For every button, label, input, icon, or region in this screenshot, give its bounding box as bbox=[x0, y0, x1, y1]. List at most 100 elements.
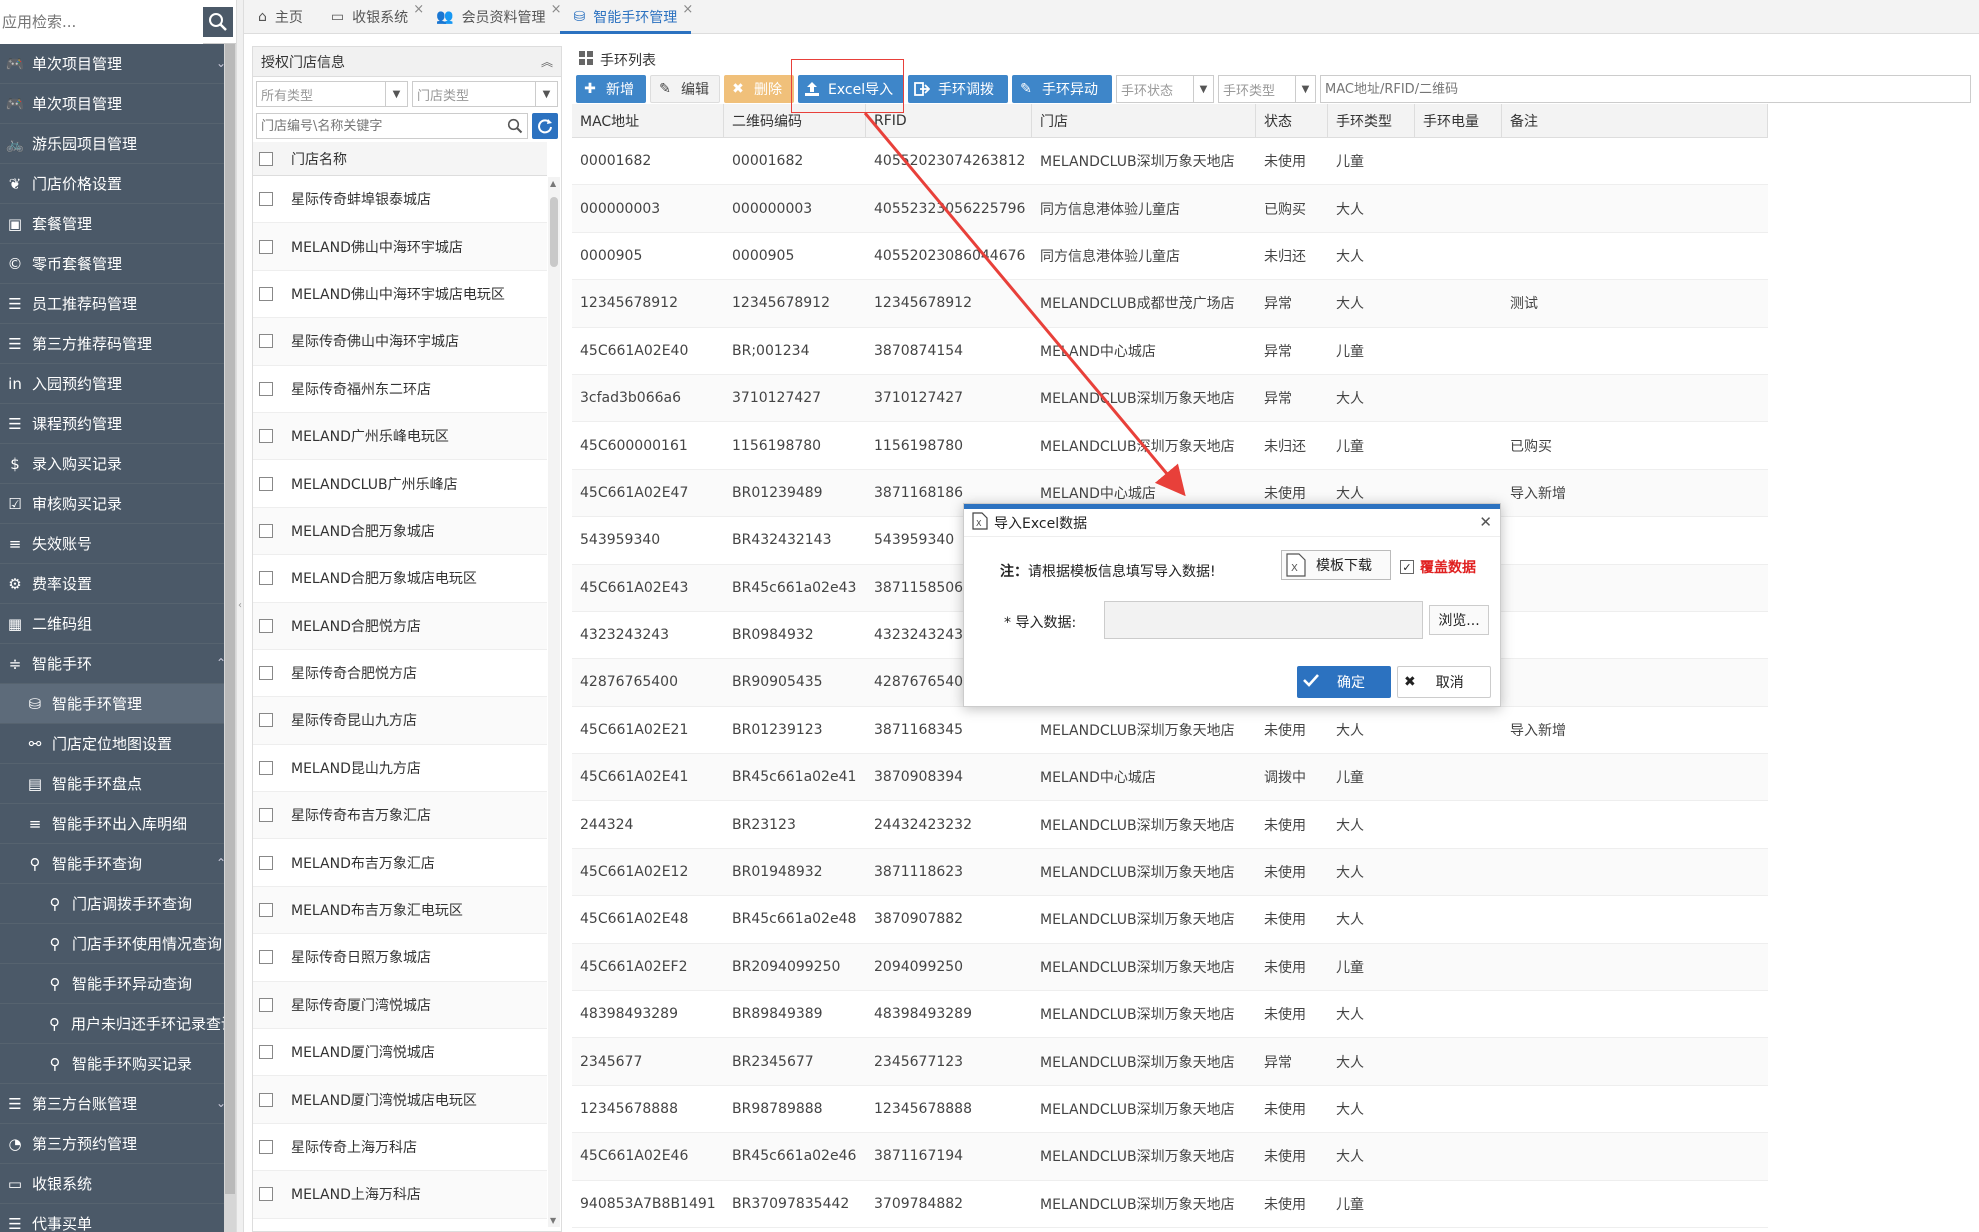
search-icon[interactable] bbox=[203, 6, 233, 37]
sidebar-item[interactable]: 🎮 单次项目管理 ⌄ bbox=[0, 44, 236, 84]
table-row[interactable]: 48398493289 BR89849389 48398493289 MELANDCL… bbox=[572, 991, 1768, 1039]
store-checkbox[interactable] bbox=[259, 808, 273, 823]
store-checkbox[interactable] bbox=[259, 1140, 273, 1154]
store-list-item[interactable]: 星际传奇日照万象城店 bbox=[253, 934, 547, 982]
store-checkbox[interactable] bbox=[259, 1045, 273, 1060]
store-checkbox[interactable] bbox=[259, 476, 273, 491]
search-icon[interactable] bbox=[507, 118, 523, 134]
table-row[interactable]: 45C661A02E40 BR;001234 3870874154 MELAND中心城… bbox=[572, 328, 1768, 375]
chevron-down-icon[interactable]: ▼ bbox=[385, 82, 407, 106]
store-list-item[interactable]: MELAND昆山九方店 bbox=[253, 745, 547, 793]
sidebar-item[interactable]: © 零币套餐管理 bbox=[0, 244, 236, 284]
template-download-button[interactable]: X 模板下载 bbox=[1281, 550, 1391, 580]
store-list-item[interactable]: MELAND厦门湾悦城店电玩区 bbox=[253, 1076, 547, 1124]
sidebar-item[interactable]: ⚲ 智能手环购买记录 bbox=[0, 1044, 236, 1084]
store-checkbox[interactable] bbox=[259, 1187, 273, 1202]
sidebar-item[interactable]: ☰ 第三方台账管理 ⌄ bbox=[0, 1084, 236, 1124]
table-row[interactable]: 12345678888 BR98789888 12345678888 MELANDCL… bbox=[572, 1086, 1768, 1134]
import-file-field[interactable] bbox=[1104, 601, 1423, 639]
collapse-up-icon[interactable]: ︽ bbox=[541, 53, 553, 70]
sidebar-item[interactable]: ⛁ 智能手环管理 bbox=[0, 684, 236, 724]
column-header[interactable]: 手环电量 bbox=[1415, 104, 1502, 137]
overwrite-data-checkbox[interactable]: ✓ 覆盖数据 bbox=[1400, 557, 1476, 577]
store-checkbox[interactable] bbox=[259, 239, 273, 254]
store-checkbox[interactable] bbox=[259, 997, 273, 1012]
tab[interactable]: ⌂ 主页 bbox=[244, 0, 317, 34]
store-list-scrollbar-thumb[interactable] bbox=[550, 197, 558, 267]
sidebar-scrollbar-thumb[interactable] bbox=[225, 44, 235, 1194]
sidebar-item[interactable]: ⚲ 智能手环查询 ⌃ bbox=[0, 844, 236, 884]
bracelet-status-select[interactable]: 手环状态 ▼ bbox=[1116, 75, 1214, 103]
sidebar-item[interactable]: ◔ 第三方预约管理 bbox=[0, 1124, 236, 1164]
store-checkbox[interactable] bbox=[259, 286, 273, 301]
table-row[interactable]: 45C661A02E21 BR01239123 3871168345 MELANDCL… bbox=[572, 707, 1768, 755]
store-checkbox[interactable] bbox=[259, 760, 273, 775]
store-list-item[interactable]: 星际传奇上海万科店 bbox=[253, 1124, 547, 1172]
browse-button[interactable]: 浏览... bbox=[1429, 605, 1489, 635]
bracelet-type-select[interactable]: 手环类型 ▼ bbox=[1218, 75, 1316, 103]
store-checkbox[interactable] bbox=[259, 429, 273, 444]
sidebar-item[interactable]: ☑ 审核购买记录 bbox=[0, 484, 236, 524]
table-row[interactable]: 45C661A02E41 BR45c661a02e41 3870908394 MELA… bbox=[572, 754, 1768, 802]
sidebar-item[interactable]: ⚙ 费率设置 bbox=[0, 564, 236, 604]
collapse-handle-icon[interactable]: ‹ bbox=[238, 600, 242, 611]
store-list-item[interactable]: 星际传奇蚌埠银泰城店 bbox=[253, 176, 547, 224]
store-list-item[interactable]: MELAND上海万科店 bbox=[253, 1171, 547, 1219]
sidebar-item[interactable]: ☰ 员工推荐码管理 bbox=[0, 284, 236, 324]
table-row[interactable]: 940853A7B8B1491 BR37097835442 3709784882 ME… bbox=[572, 1181, 1768, 1228]
sidebar-item[interactable]: ≡ 智能手环出入库明细 bbox=[0, 804, 236, 844]
close-icon[interactable]: × bbox=[682, 2, 693, 17]
sidebar-item[interactable]: 🚲 游乐园项目管理 bbox=[0, 124, 236, 164]
tab[interactable]: 👥 会员资料管理 × bbox=[422, 0, 561, 34]
store-list-item[interactable]: MELAND布吉万象汇电玩区 bbox=[253, 886, 547, 935]
store-checkbox[interactable] bbox=[259, 192, 273, 207]
store-list-item[interactable]: MELAND佛山中海环宇城店电玩区 bbox=[253, 271, 547, 319]
sidebar-item[interactable]: ❦ 门店价格设置 bbox=[0, 164, 236, 204]
column-header[interactable]: 门店 bbox=[1032, 104, 1256, 137]
tab[interactable]: ⛁ 智能手环管理 × bbox=[559, 0, 693, 34]
tab[interactable]: ▭ 收银系统 × bbox=[317, 0, 424, 34]
sidebar-scrollbar[interactable] bbox=[224, 44, 236, 1232]
store-checkbox[interactable] bbox=[259, 713, 273, 728]
table-row[interactable]: 12345678912 12345678912 12345678912 MELANDC… bbox=[572, 280, 1768, 328]
store-checkbox[interactable] bbox=[259, 950, 273, 965]
column-header[interactable]: 状态 bbox=[1256, 104, 1328, 137]
store-search-input[interactable] bbox=[257, 114, 507, 138]
sidebar-splitter[interactable]: ‹ bbox=[236, 0, 244, 1232]
store-list-item[interactable]: MELAND布吉万象汇店 bbox=[253, 839, 547, 887]
table-row[interactable]: 45C661A02E48 BR45c661a02e48 3870907882 MELA… bbox=[572, 896, 1768, 944]
scroll-up-icon[interactable]: ▲ bbox=[550, 179, 556, 188]
refresh-button[interactable] bbox=[532, 113, 558, 139]
store-checkbox[interactable] bbox=[259, 666, 273, 681]
sidebar-item[interactable]: ⚲ 智能手环异动查询 bbox=[0, 964, 236, 1004]
table-row[interactable]: 2345677 BR2345677 2345677123 MELANDCLUB深圳万象… bbox=[572, 1038, 1768, 1086]
sidebar-item[interactable]: $ 录入购买记录 bbox=[0, 444, 236, 484]
store-checkbox[interactable] bbox=[259, 618, 273, 633]
add-button[interactable]: ✚ 新增 bbox=[576, 75, 646, 103]
store-list-item[interactable]: 星际传奇佛山中海环宇城店 bbox=[253, 318, 547, 366]
delete-button[interactable]: ✖ 删除 bbox=[724, 75, 794, 103]
sidebar-item[interactable]: 🎮 单次项目管理 bbox=[0, 84, 236, 124]
table-row[interactable]: 3cfad3b066a6 3710127427 3710127427 MELANDCL… bbox=[572, 374, 1768, 423]
table-row[interactable]: 45C661A02E46 BR45c661a02e46 3871167194 MELA… bbox=[572, 1133, 1768, 1181]
close-icon[interactable]: ✕ bbox=[1479, 513, 1492, 531]
column-header[interactable]: MAC地址 bbox=[572, 104, 724, 137]
store-checkbox[interactable] bbox=[259, 1092, 273, 1107]
chevron-down-icon[interactable]: ▼ bbox=[1193, 76, 1213, 102]
table-row[interactable]: 45C661A02EF2 BR2094099250 2094099250 MELAND… bbox=[572, 943, 1768, 992]
sidebar-item[interactable]: ⚲ 门店调拨手环查询 bbox=[0, 884, 236, 924]
sidebar-item[interactable]: ▤ 智能手环盘点 bbox=[0, 764, 236, 804]
table-row[interactable]: 000000003 000000003 40552323056225796 同方信息港… bbox=[572, 185, 1768, 233]
scroll-down-icon[interactable]: ▼ bbox=[550, 1216, 556, 1225]
store-list-item[interactable]: MELAND合肥悦方店 bbox=[253, 602, 547, 650]
sidebar-item[interactable]: ⚲ 用户未归还手环记录查询 bbox=[0, 1004, 236, 1044]
sidebar-item[interactable]: ⚲ 门店手环使用情况查询 bbox=[0, 924, 236, 964]
edit-button[interactable]: ✎ 编辑 bbox=[650, 75, 720, 103]
store-checkbox[interactable] bbox=[259, 334, 273, 349]
chevron-down-icon[interactable]: ▼ bbox=[535, 82, 557, 106]
store-list-item[interactable]: 星际传奇昆山九方店 bbox=[253, 697, 547, 745]
column-header[interactable]: 二维码编码 bbox=[724, 104, 866, 137]
table-row[interactable]: 45C600000161 1156198780 1156198780 MELANDCL… bbox=[572, 422, 1768, 470]
column-header[interactable]: 备注 bbox=[1502, 104, 1768, 137]
cancel-button[interactable]: ✖ 取消 bbox=[1397, 666, 1491, 698]
